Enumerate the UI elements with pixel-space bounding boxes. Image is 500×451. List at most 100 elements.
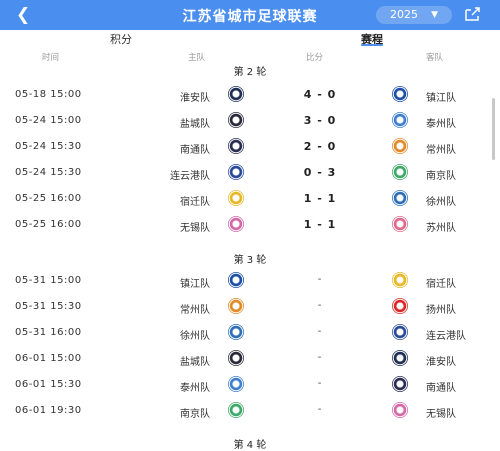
match-score: - bbox=[317, 326, 323, 337]
team-logo-icon bbox=[392, 164, 408, 180]
away-team: 扬州队 bbox=[426, 305, 456, 316]
team-logo-icon bbox=[392, 298, 408, 314]
match-row[interactable]: 05-24 15:30 南通队 2 - 0 常州队 bbox=[0, 136, 500, 162]
match-score: - bbox=[317, 378, 323, 389]
match-time: 05-31 16:00 bbox=[15, 327, 82, 338]
team-logo-icon bbox=[228, 272, 244, 288]
col-home: 主队 bbox=[188, 53, 206, 63]
home-team: 泰州队 bbox=[180, 383, 210, 394]
col-away: 客队 bbox=[426, 53, 444, 63]
match-row[interactable]: 05-25 16:00 宿迁队 1 - 1 徐州队 bbox=[0, 188, 500, 214]
match-row[interactable]: 06-01 15:00 盐城队 - 淮安队 bbox=[0, 348, 500, 374]
match-score: 4 - 0 bbox=[303, 88, 337, 101]
match-time: 06-01 15:00 bbox=[15, 353, 82, 364]
away-team: 南京队 bbox=[426, 171, 456, 182]
home-team: 徐州队 bbox=[180, 331, 210, 342]
home-team: 连云港队 bbox=[170, 171, 210, 182]
team-logo-icon bbox=[392, 190, 408, 206]
scrollbar[interactable] bbox=[492, 98, 495, 160]
match-row[interactable]: 05-18 15:00 淮安队 4 - 0 镇江队 bbox=[0, 84, 500, 110]
match-row[interactable]: 05-31 16:00 徐州队 - 连云港队 bbox=[0, 322, 500, 348]
active-tab-indicator bbox=[361, 44, 383, 46]
team-logo-icon bbox=[392, 86, 408, 102]
team-logo-icon bbox=[228, 112, 244, 128]
match-score: 0 - 3 bbox=[303, 166, 337, 179]
team-logo-icon bbox=[228, 324, 244, 340]
match-time: 06-01 19:30 bbox=[15, 405, 82, 416]
top-bar: ❮ 江苏省城市足球联赛 2025 ▼ bbox=[0, 0, 500, 30]
home-team: 盐城队 bbox=[180, 357, 210, 368]
round-4-header: 第 4 轮 bbox=[233, 440, 267, 451]
team-logo-icon bbox=[392, 272, 408, 288]
away-team: 南通队 bbox=[426, 383, 456, 394]
away-team: 宿迁队 bbox=[426, 279, 456, 290]
away-team: 泰州队 bbox=[426, 119, 456, 130]
away-team: 苏州队 bbox=[426, 223, 456, 234]
away-team: 无锡队 bbox=[426, 409, 456, 420]
share-icon[interactable] bbox=[464, 6, 482, 22]
match-time: 05-25 16:00 bbox=[15, 193, 82, 204]
team-logo-icon bbox=[228, 190, 244, 206]
team-logo-icon bbox=[228, 138, 244, 154]
team-logo-icon bbox=[392, 350, 408, 366]
home-team: 南通队 bbox=[180, 145, 210, 156]
round-2-header: 第 2 轮 bbox=[233, 67, 267, 78]
match-row[interactable]: 06-01 19:30 南京队 - 无锡队 bbox=[0, 400, 500, 426]
team-logo-icon bbox=[228, 216, 244, 232]
team-logo-icon bbox=[392, 324, 408, 340]
caret-down-icon: ▼ bbox=[431, 10, 438, 20]
round-3-header: 第 3 轮 bbox=[233, 255, 267, 266]
match-score: - bbox=[317, 300, 323, 311]
match-time: 05-24 15:30 bbox=[15, 141, 82, 152]
match-score: 1 - 1 bbox=[303, 192, 337, 205]
home-team: 常州队 bbox=[180, 305, 210, 316]
team-logo-icon bbox=[228, 164, 244, 180]
match-score: - bbox=[317, 404, 323, 415]
match-row[interactable]: 05-25 16:00 无锡队 1 - 1 苏州队 bbox=[0, 214, 500, 240]
team-logo-icon bbox=[228, 376, 244, 392]
team-logo-icon bbox=[392, 216, 408, 232]
year-selector[interactable]: 2025 ▼ bbox=[376, 6, 452, 24]
team-logo-icon bbox=[228, 350, 244, 366]
match-time: 05-24 15:00 bbox=[15, 115, 82, 126]
home-team: 宿迁队 bbox=[180, 197, 210, 208]
tab-standings[interactable]: 积分 bbox=[110, 31, 132, 47]
match-time: 05-31 15:30 bbox=[15, 301, 82, 312]
match-row[interactable]: 05-31 15:30 常州队 - 扬州队 bbox=[0, 296, 500, 322]
match-time: 05-24 15:30 bbox=[15, 167, 82, 178]
year-value: 2025 bbox=[390, 8, 418, 21]
away-team: 常州队 bbox=[426, 145, 456, 156]
col-time: 时间 bbox=[42, 53, 60, 63]
team-logo-icon bbox=[392, 138, 408, 154]
team-logo-icon bbox=[228, 298, 244, 314]
tab-bar: 积分 赛程 bbox=[0, 30, 500, 46]
team-logo-icon bbox=[392, 376, 408, 392]
home-team: 无锡队 bbox=[180, 223, 210, 234]
home-team: 南京队 bbox=[180, 409, 210, 420]
away-team: 镇江队 bbox=[426, 93, 456, 104]
away-team: 连云港队 bbox=[426, 331, 466, 342]
away-team: 淮安队 bbox=[426, 357, 456, 368]
team-logo-icon bbox=[228, 86, 244, 102]
match-row[interactable]: 05-24 15:30 连云港队 0 - 3 南京队 bbox=[0, 162, 500, 188]
col-score: 比分 bbox=[306, 53, 324, 63]
match-time: 06-01 15:30 bbox=[15, 379, 82, 390]
team-logo-icon bbox=[392, 402, 408, 418]
match-score: 1 - 1 bbox=[303, 218, 337, 231]
match-score: - bbox=[317, 274, 323, 285]
home-team: 淮安队 bbox=[180, 93, 210, 104]
home-team: 盐城队 bbox=[180, 119, 210, 130]
match-time: 05-18 15:00 bbox=[15, 89, 82, 100]
team-logo-icon bbox=[228, 402, 244, 418]
match-time: 05-25 16:00 bbox=[15, 219, 82, 230]
match-time: 05-31 15:00 bbox=[15, 275, 82, 286]
match-row[interactable]: 06-01 15:30 泰州队 - 南通队 bbox=[0, 374, 500, 400]
home-team: 镇江队 bbox=[180, 279, 210, 290]
match-row[interactable]: 05-31 15:00 镇江队 - 宿迁队 bbox=[0, 270, 500, 296]
match-score: - bbox=[317, 352, 323, 363]
match-row[interactable]: 05-24 15:00 盐城队 3 - 0 泰州队 bbox=[0, 110, 500, 136]
team-logo-icon bbox=[392, 112, 408, 128]
match-score: 2 - 0 bbox=[303, 140, 337, 153]
away-team: 徐州队 bbox=[426, 197, 456, 208]
match-score: 3 - 0 bbox=[303, 114, 337, 127]
